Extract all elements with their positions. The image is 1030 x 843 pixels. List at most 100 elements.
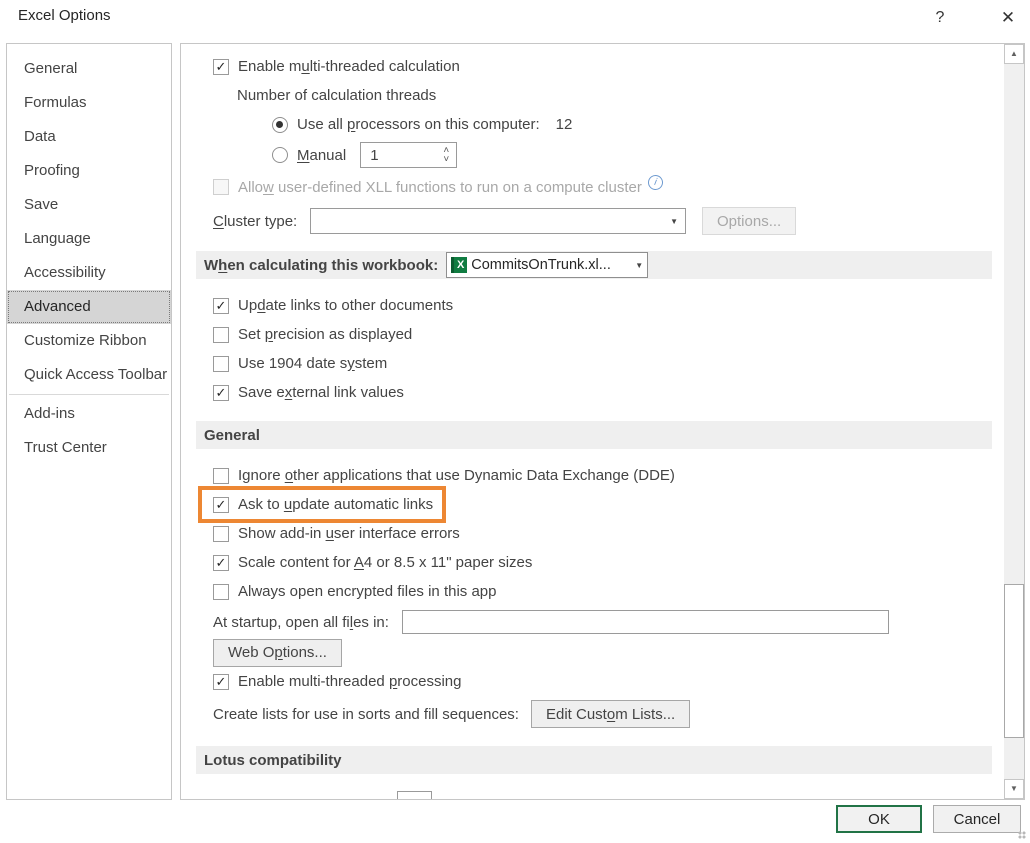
button-row-web-options: Web Options... [181, 638, 1004, 667]
stepper-value: 1 [370, 147, 378, 164]
workbook-name: CommitsOnTrunk.xl... [467, 257, 631, 273]
stepper-down-icon[interactable]: ˅ [443, 155, 449, 164]
checkbox-row-update-links-to-other-documents: ✓ Update links to other documents [181, 291, 1004, 320]
option-label: Scale content for A4 or 8.5 x 11" paper … [238, 554, 532, 571]
button-edit-custom-lists[interactable]: Edit Custom Lists... [531, 700, 690, 728]
radio-row-manual: Manual 1 ˄˅ [181, 139, 1004, 171]
option-label: Ask to update automatic links [238, 496, 433, 513]
resize-grip[interactable] [1018, 831, 1028, 841]
sidebar-item-customize-ribbon[interactable]: Customize Ribbon [7, 324, 171, 358]
checkbox-scale-content-for-a4-or-8-5-x-11-paper-siz[interactable]: ✓ [213, 555, 229, 571]
scrollbar-down-icon[interactable]: ▼ [1004, 779, 1024, 799]
checkbox-save-external-link-values[interactable]: ✓ [213, 385, 229, 401]
option-label: Use 1904 date system [238, 355, 387, 372]
checkbox-allow-user-defined-xll-functions-to-run-on [213, 179, 229, 195]
sidebar-item-trust-center[interactable]: Trust Center [7, 431, 171, 465]
checkbox-ignore-other-applications-that-use-dynamic[interactable] [213, 468, 229, 484]
option-label: Save external link values [238, 384, 404, 401]
option-label: Edit Custom Lists... [546, 706, 675, 723]
option-label: Cluster type: [213, 213, 310, 230]
option-label: Set precision as displayed [238, 326, 412, 343]
option-label: General [204, 427, 260, 444]
option-label: When calculating this workbook: [204, 257, 438, 274]
sidebar: GeneralFormulasDataProofingSaveLanguageA… [6, 43, 172, 800]
sidebar-item-language[interactable]: Language [7, 222, 171, 256]
sidebar-item-add-ins[interactable]: Add-ins [7, 397, 171, 431]
title-bar: Excel Options ? ✕ [0, 0, 1030, 43]
cancel-button[interactable]: Cancel [933, 805, 1021, 833]
checkbox-row-show-add-in-user-interface-errors: Show add-in user interface errors [181, 519, 1004, 548]
scrollbar-thumb[interactable] [1004, 584, 1024, 738]
section-header-general: General [196, 421, 992, 449]
label-button-row-create-lists-for-use-in-sorts-and-fill-seq: Create lists for use in sorts and fill s… [181, 696, 1004, 732]
section-header-when-calculating-this-workbook: When calculating this workbook: XCommitsO… [196, 251, 992, 279]
scrollbar-track[interactable]: ▲ ▼ [1004, 44, 1024, 799]
sidebar-item-save[interactable]: Save [7, 188, 171, 222]
sidebar-item-data[interactable]: Data [7, 120, 171, 154]
checkbox-row-ignore-other-applications-that-use-dynamic: Ignore other applications that use Dynam… [181, 461, 1004, 490]
options-button: Options... [702, 207, 796, 235]
cluster-type-dropdown[interactable]: ▼ [310, 208, 686, 234]
option-label: Options... [717, 213, 781, 230]
checkbox-row-enable-multi-threaded-calculation: ✓ Enable multi-threaded calculation [181, 52, 1004, 81]
manual-threads-stepper[interactable]: 1 ˄˅ [360, 142, 457, 168]
sidebar-divider [9, 394, 169, 395]
ok-button[interactable]: OK [836, 805, 922, 833]
checkbox-enable-multi-threaded-processing[interactable]: ✓ [213, 674, 229, 690]
checkbox-row-save-external-link-values: ✓ Save external link values [181, 378, 1004, 407]
checkbox-row-always-open-encrypted-files-in-this-app: Always open encrypted files in this app [181, 577, 1004, 606]
close-icon[interactable]: ✕ [993, 3, 1023, 33]
checkbox-ask-to-update-automatic-links[interactable]: ✓ [213, 497, 229, 513]
help-icon[interactable]: ? [925, 3, 955, 33]
option-label: Number of calculation threads [237, 87, 436, 104]
sidebar-item-advanced[interactable]: Advanced [7, 290, 171, 324]
stepper-arrows[interactable]: ˄˅ [443, 144, 449, 166]
startup-files-input[interactable] [402, 610, 889, 634]
checkbox-always-open-encrypted-files-in-this-app[interactable] [213, 584, 229, 600]
sidebar-item-quick-access-toolbar[interactable]: Quick Access Toolbar [7, 358, 171, 392]
radio-row-use-all-processors-on-this-computer: Use all processors on this computer:12 [181, 110, 1004, 139]
sidebar-item-formulas[interactable]: Formulas [7, 86, 171, 120]
checkbox-row-enable-multi-threaded-processing: ✓ Enable multi-threaded processing [181, 667, 1004, 696]
workbook-dropdown[interactable]: XCommitsOnTrunk.xl...▼ [446, 252, 648, 278]
option-label: At startup, open all files in: [213, 614, 402, 631]
option-label: Web Options... [228, 644, 327, 661]
radio-use-all-processors-on-this-computer[interactable] [272, 117, 288, 133]
checkbox-enable-multi-threaded-calculation[interactable]: ✓ [213, 59, 229, 75]
radio-manual[interactable] [272, 147, 288, 163]
option-label: Lotus compatibility [204, 752, 342, 769]
excel-file-icon: X [451, 257, 467, 273]
option-label: Enable multi-threaded processing [238, 673, 461, 690]
cluster-row-cluster-type: Cluster type: ▼ Options... [181, 203, 1004, 239]
section-header-lotus-compatibility: Lotus compatibility [196, 746, 992, 774]
checkbox-update-links-to-other-documents[interactable]: ✓ [213, 298, 229, 314]
option-label: Enable multi-threaded calculation [238, 58, 460, 75]
chevron-down-icon: ▼ [670, 217, 678, 226]
clipped-control [397, 791, 432, 799]
info-icon[interactable]: i [647, 173, 664, 190]
chevron-down-icon: ▼ [631, 261, 643, 270]
sidebar-item-general[interactable]: General [7, 52, 171, 86]
sidebar-item-accessibility[interactable]: Accessibility [7, 256, 171, 290]
option-label: Update links to other documents [238, 297, 453, 314]
options-rows: ✓ Enable multi-threaded calculation Number… [181, 44, 1004, 786]
option-label: Always open encrypted files in this app [238, 583, 496, 600]
dialog-title: Excel Options [18, 7, 111, 24]
processor-count-value: 12 [556, 116, 573, 133]
button-web-options[interactable]: Web Options... [213, 639, 342, 667]
checkbox-show-add-in-user-interface-errors[interactable] [213, 526, 229, 542]
sidebar-item-proofing[interactable]: Proofing [7, 154, 171, 188]
option-label: Manual [297, 147, 346, 164]
checkbox-use-1904-date-system[interactable] [213, 356, 229, 372]
checkbox-row-scale-content-for-a4-or-8-5-x-11-paper-siz: ✓ Scale content for A4 or 8.5 x 11" paper… [181, 548, 1004, 577]
checkbox-row-ask-to-update-automatic-links: ✓ Ask to update automatic links [181, 490, 1004, 519]
checkbox-set-precision-as-displayed[interactable] [213, 327, 229, 343]
scrollbar-up-icon[interactable]: ▲ [1004, 44, 1024, 64]
option-label: Create lists for use in sorts and fill s… [213, 706, 519, 723]
option-label: Ignore other applications that use Dynam… [238, 467, 675, 484]
checkbox-row-allow-user-defined-xll-functions-to-run-on: Allow user-defined XLL functions to run … [181, 171, 1004, 203]
plain-row-number-of-calculation-threads: Number of calculation threads [181, 81, 1004, 110]
option-label: Show add-in user interface errors [238, 525, 460, 542]
startup-row-at-startup-open-all-files-in: At startup, open all files in: [181, 606, 1004, 638]
checkbox-row-use-1904-date-system: Use 1904 date system [181, 349, 1004, 378]
